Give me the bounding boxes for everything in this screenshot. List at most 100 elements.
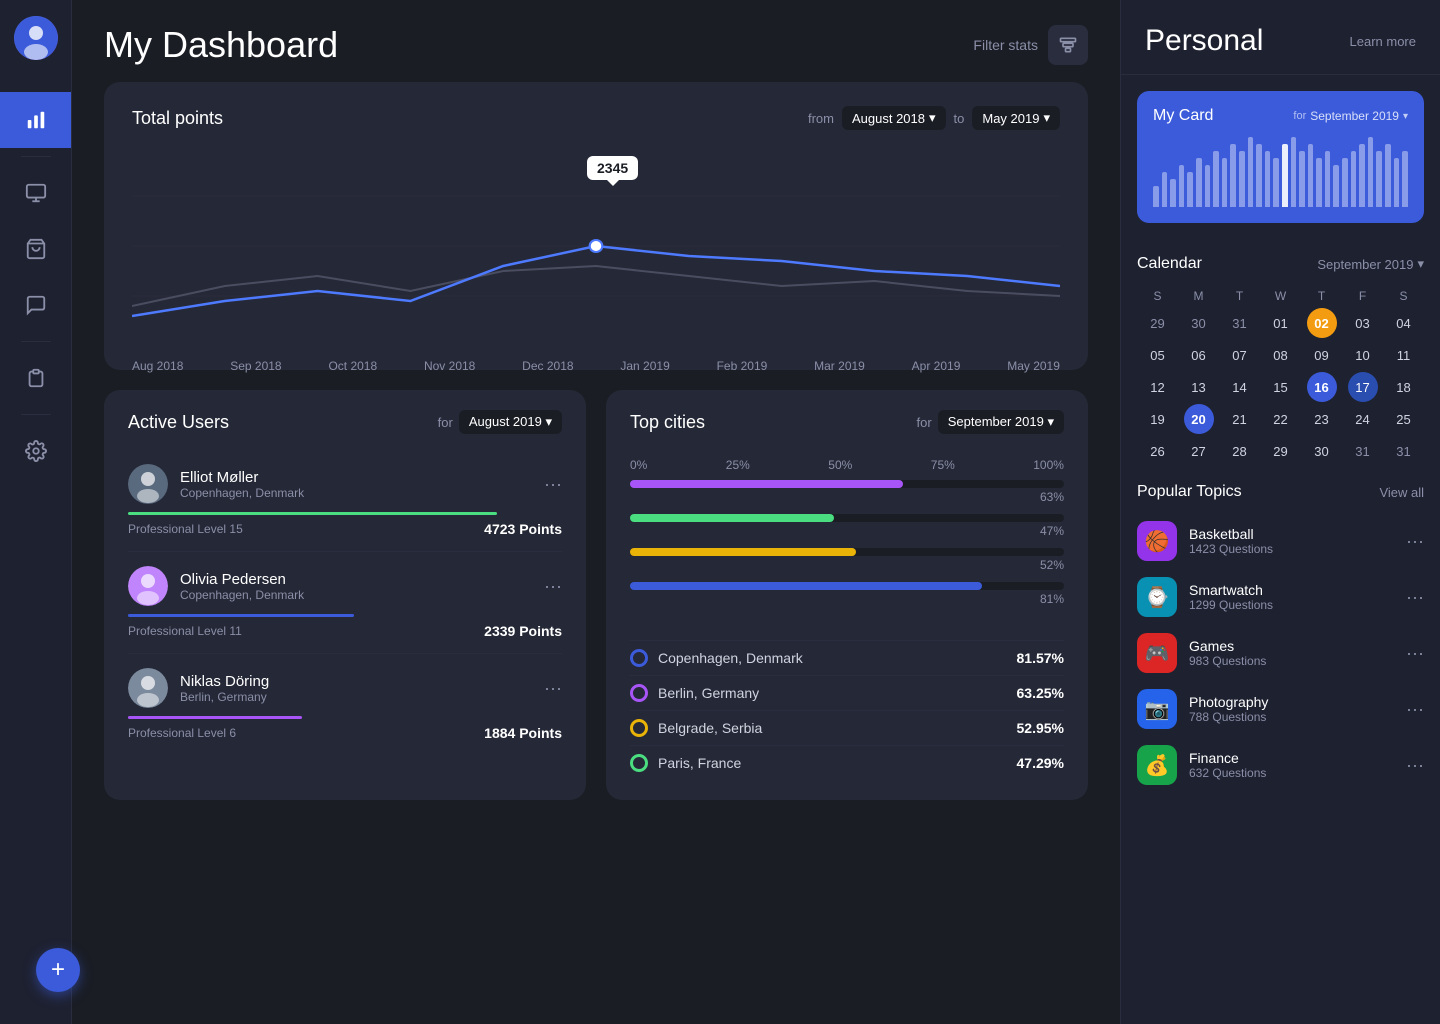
sidebar-item-settings[interactable] — [0, 423, 71, 479]
topic-name: Finance — [1189, 750, 1394, 766]
sidebar-item-presentation[interactable] — [0, 165, 71, 221]
gear-icon — [25, 440, 47, 462]
top-cities-period: for September 2019 ▾ — [917, 410, 1064, 434]
cal-cell[interactable]: 30 — [1307, 436, 1337, 466]
cal-cell[interactable]: 21 — [1225, 404, 1255, 434]
to-date-picker[interactable]: May 2019 ▾ — [972, 106, 1060, 130]
presentation-icon — [25, 182, 47, 204]
city-left: Belgrade, Serbia — [630, 719, 762, 737]
cal-cell[interactable]: 29 — [1143, 308, 1173, 338]
to-label: to — [954, 111, 965, 126]
mini-bar — [1342, 158, 1348, 207]
cal-cell[interactable]: 03 — [1348, 308, 1378, 338]
mini-bar — [1376, 151, 1382, 207]
cal-cell[interactable]: 26 — [1143, 436, 1173, 466]
active-users-for-label: for — [438, 415, 453, 430]
active-users-chevron: ▾ — [545, 414, 552, 429]
topic-options-button[interactable]: ··· — [1406, 755, 1424, 776]
cal-cell[interactable]: 29 — [1266, 436, 1296, 466]
mini-bar — [1291, 137, 1297, 207]
cal-cell[interactable]: 31 — [1225, 308, 1255, 338]
sidebar-item-clipboard[interactable] — [0, 350, 71, 406]
calendar-month-picker[interactable]: September 2019 ▾ — [1317, 256, 1424, 272]
sidebar — [0, 0, 72, 1024]
mini-bar — [1316, 158, 1322, 207]
avatar[interactable] — [14, 16, 58, 60]
mini-bar — [1187, 172, 1193, 207]
mini-bar — [1256, 144, 1262, 207]
cal-cell[interactable]: 18 — [1389, 372, 1419, 402]
cal-cell-selected[interactable]: 20 — [1184, 404, 1214, 434]
my-card-section: My Card for September 2019 ▾ — [1137, 91, 1424, 223]
sidebar-item-basket[interactable] — [0, 221, 71, 277]
topic-count: 1423 Questions — [1189, 542, 1394, 556]
mini-bar — [1205, 165, 1211, 207]
user-options-button[interactable]: ··· — [544, 474, 562, 495]
cal-cell-today[interactable]: 02 — [1307, 308, 1337, 338]
filter-stats-button[interactable]: Filter stats — [973, 25, 1088, 65]
cal-cell[interactable]: 11 — [1389, 340, 1419, 370]
mini-bar — [1359, 144, 1365, 207]
cal-cell[interactable]: 12 — [1143, 372, 1173, 402]
user-info: Olivia Pedersen Copenhagen, Denmark — [128, 566, 304, 606]
cal-cell[interactable]: 28 — [1225, 436, 1255, 466]
total-points-header: Total points from August 2018 ▾ to May 2… — [132, 106, 1060, 130]
topic-item: ⌚ Smartwatch 1299 Questions ··· — [1137, 569, 1424, 625]
user-level-row: Professional Level 15 4723 Points — [128, 521, 562, 537]
right-panel-title: Personal — [1145, 24, 1263, 58]
right-panel-header: Personal Learn more — [1121, 0, 1440, 75]
cal-cell[interactable]: 31 — [1348, 436, 1378, 466]
city-name: Copenhagen, Denmark — [658, 650, 803, 666]
topic-options-button[interactable]: ··· — [1406, 587, 1424, 608]
my-card-period-value[interactable]: September 2019 — [1310, 109, 1399, 123]
topic-count: 632 Questions — [1189, 766, 1394, 780]
cal-cell[interactable]: 24 — [1348, 404, 1378, 434]
user-options-button[interactable]: ··· — [544, 678, 562, 699]
cal-cell[interactable]: 13 — [1184, 372, 1214, 402]
topic-options-button[interactable]: ··· — [1406, 531, 1424, 552]
cal-cell[interactable]: 14 — [1225, 372, 1255, 402]
cal-cell[interactable]: 08 — [1266, 340, 1296, 370]
cal-cell[interactable]: 31 — [1389, 436, 1419, 466]
cal-cell[interactable]: 25 — [1389, 404, 1419, 434]
cal-cell[interactable]: 06 — [1184, 340, 1214, 370]
user-points: 1884 Points — [484, 725, 562, 741]
cal-cell[interactable]: 27 — [1184, 436, 1214, 466]
cal-cell[interactable]: 10 — [1348, 340, 1378, 370]
top-cities-period-btn[interactable]: September 2019 ▾ — [938, 410, 1064, 434]
user-name: Elliot Møller — [180, 469, 304, 486]
cal-cell-selected[interactable]: 16 — [1307, 372, 1337, 402]
divider-2 — [21, 341, 51, 342]
cal-cell-highlighted[interactable]: 17 — [1348, 372, 1378, 402]
cal-cell[interactable]: 04 — [1389, 308, 1419, 338]
cal-cell[interactable]: 22 — [1266, 404, 1296, 434]
cal-cell[interactable]: 15 — [1266, 372, 1296, 402]
cal-cell[interactable]: 09 — [1307, 340, 1337, 370]
active-users-period-btn[interactable]: August 2019 ▾ — [459, 410, 562, 434]
cal-cell[interactable]: 19 — [1143, 404, 1173, 434]
cal-cell[interactable]: 01 — [1266, 308, 1296, 338]
learn-more-link[interactable]: Learn more — [1350, 34, 1416, 49]
sidebar-item-chat[interactable] — [0, 277, 71, 333]
user-details: Elliot Møller Copenhagen, Denmark — [180, 469, 304, 500]
view-all-link[interactable]: View all — [1379, 485, 1424, 500]
user-points: 4723 Points — [484, 521, 562, 537]
calendar-title: Calendar — [1137, 255, 1202, 273]
bar-label: 52% — [630, 558, 1064, 572]
mini-bar — [1282, 144, 1288, 207]
cal-cell[interactable]: 07 — [1225, 340, 1255, 370]
cal-cell[interactable]: 30 — [1184, 308, 1214, 338]
mini-bar — [1170, 179, 1176, 207]
topic-options-button[interactable]: ··· — [1406, 643, 1424, 664]
calendar-week-4: 19 20 21 22 23 24 25 — [1137, 403, 1424, 435]
sidebar-item-dashboard[interactable] — [0, 92, 71, 148]
from-date-picker[interactable]: August 2018 ▾ — [842, 106, 946, 130]
topic-icon-photography: 📷 — [1137, 689, 1177, 729]
fab-button[interactable]: + — [36, 948, 80, 992]
topic-options-button[interactable]: ··· — [1406, 699, 1424, 720]
cal-cell[interactable]: 05 — [1143, 340, 1173, 370]
user-options-button[interactable]: ··· — [544, 576, 562, 597]
active-users-title: Active Users — [128, 412, 229, 433]
right-panel: Personal Learn more My Card for Septembe… — [1120, 0, 1440, 1024]
cal-cell[interactable]: 23 — [1307, 404, 1337, 434]
